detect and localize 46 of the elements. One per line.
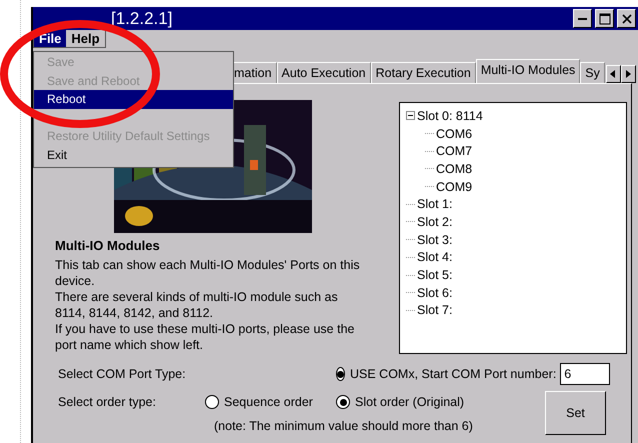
tree-item[interactable]: Slot 1: [417,197,452,212]
tree-item[interactable]: COM7 [436,144,472,158]
left-arrow-icon [610,70,616,78]
tree-item[interactable]: Slot 4: [417,250,452,264]
tree-item[interactable]: Slot 7: [417,303,452,318]
set-button[interactable]: Set [545,391,606,435]
window-title: [1.2.2.1] [110,8,172,28]
tree-item[interactable]: COM8 [436,162,472,176]
radio-label[interactable]: USE COMx, Start COM Port number: [350,367,556,381]
description-text: If you have to use these multi-IO ports, please use the port name which show left. [55,321,356,353]
menu-item[interactable]: Exit [34,146,233,164]
menu-item[interactable]: Reboot [34,90,233,108]
minimize-icon [578,18,587,20]
right-arrow-icon [625,70,632,78]
maximize-button[interactable] [595,9,614,28]
maximize-icon [598,12,610,24]
field-label: Select COM Port Type: [58,367,187,381]
description-text: There are several kinds of multi-IO module such as 8114, 8144, 8142, and 8112. [55,289,339,321]
tab[interactable]: Auto Execution [276,62,371,83]
radio-button[interactable] [336,395,350,409]
scroll-right-button[interactable] [620,65,636,83]
tree-item[interactable]: Slot 6: [417,286,452,300]
start-port-field[interactable]: 6 [560,363,610,385]
description-text: This tab can show each Multi-IO Modules' Ports on this device. [55,257,361,289]
radio-label[interactable]: Slot order (Original) [355,395,464,409]
tree-item[interactable]: Slot 5: [417,268,452,282]
tree-item[interactable]: Slot 2: [417,214,452,229]
tree-item[interactable]: Slot 3: [417,232,452,247]
menu-item[interactable]: Help [66,30,105,47]
radio-button[interactable] [336,367,345,381]
close-button[interactable] [617,9,636,28]
note-text: (note: The minimum value should more than 6) [213,419,474,433]
tab[interactable]: Multi-IO Modules [476,59,580,83]
tab[interactable]: Rotary Execution [370,62,476,83]
tab[interactable]: Sy [580,62,605,83]
radio-button[interactable] [205,395,219,409]
radio-label[interactable]: Sequence order [224,395,313,409]
tree-item[interactable]: Slot 0: 8114 [417,108,483,123]
scroll-left-button[interactable] [606,65,621,83]
tree-item[interactable]: COM6 [436,126,472,141]
tree-item[interactable]: COM9 [436,180,472,194]
collapse-icon[interactable] [406,111,415,120]
minimize-button[interactable] [573,9,592,28]
field-label: Select order type: [58,395,157,409]
close-icon [620,12,632,24]
section-heading: Multi-IO Modules [55,238,161,253]
